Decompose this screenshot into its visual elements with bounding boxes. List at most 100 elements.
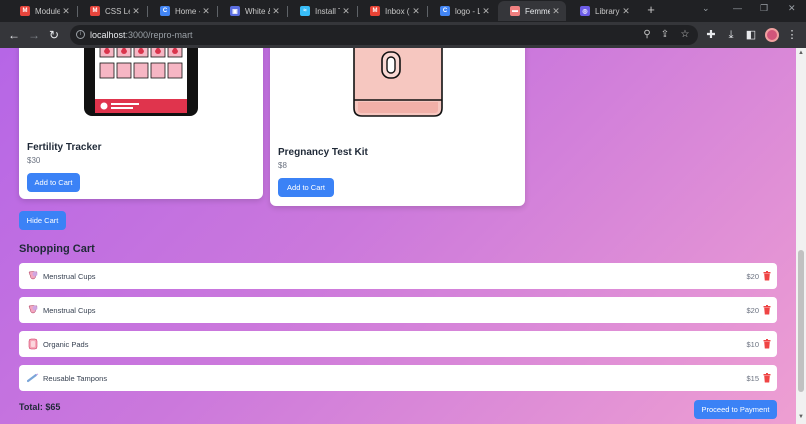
- tab-title: Femme: [525, 6, 550, 16]
- tailwind-icon: ≈: [300, 6, 310, 16]
- trash-icon[interactable]: [763, 305, 771, 315]
- product-name: Pregnancy Test Kit: [278, 147, 368, 158]
- browser-tab[interactable]: Clogo - Lo✕: [428, 1, 496, 21]
- cart-item-price: $15: [746, 374, 759, 383]
- address-bar[interactable]: i localhost:3000/repro-mart ⚲ ⇪ ☆: [70, 25, 698, 45]
- browser-tab[interactable]: ◎ Library |✕: [568, 1, 636, 21]
- browser-tab[interactable]: M Inbox (3✕: [358, 1, 426, 21]
- cart-title: Shopping Cart: [19, 243, 95, 255]
- close-tab-icon[interactable]: ✕: [550, 6, 562, 17]
- tab-search-icon[interactable]: ⌄: [702, 3, 710, 14]
- close-tab-icon[interactable]: ✕: [340, 6, 352, 17]
- cart-item-price: $20: [746, 272, 759, 281]
- cart-item-row: Organic Pads $10: [19, 331, 777, 357]
- close-tab-icon[interactable]: ✕: [60, 6, 72, 17]
- tab-title: Modules: [35, 6, 60, 16]
- cart-item-name: Reusable Tampons: [43, 374, 108, 383]
- gmail-icon: M: [370, 6, 380, 16]
- reload-icon[interactable]: ↻: [46, 27, 62, 43]
- url-text[interactable]: localhost:3000/repro-mart: [90, 30, 193, 40]
- tab-divider: [217, 6, 218, 17]
- browser-tab[interactable]: M CSS Lear✕: [78, 1, 146, 21]
- tab-title: Install Ta: [315, 6, 340, 16]
- fertility-tracker-phone-image: [84, 48, 198, 116]
- tab-divider: [147, 6, 148, 17]
- zoom-search-icon[interactable]: ⚲: [640, 28, 654, 42]
- bookmark-star-icon[interactable]: ☆: [678, 28, 692, 42]
- cart-total: Total: $65: [19, 402, 61, 412]
- close-window-icon[interactable]: ✕: [788, 3, 796, 14]
- library-icon: ◎: [580, 6, 590, 16]
- product-price: $8: [278, 161, 287, 170]
- proceed-to-payment-button[interactable]: Proceed to Payment: [694, 400, 777, 419]
- browser-tab[interactable]: ▬ Femme ✕: [498, 1, 566, 21]
- tampon-icon: [27, 373, 39, 383]
- page-viewport: Pregnancy Test Kit $8 Add to Cart Fertil…: [0, 48, 796, 424]
- cart-item-row: Menstrual Cups $20: [19, 297, 777, 323]
- pads-icon: [28, 338, 38, 350]
- browser-toolbar: ← → ↻ i localhost:3000/repro-mart ⚲ ⇪ ☆ …: [0, 22, 806, 48]
- c-logo-icon: C: [440, 6, 450, 16]
- share-icon[interactable]: ⇪: [658, 28, 672, 42]
- add-to-cart-button[interactable]: Add to Cart: [278, 178, 334, 197]
- browser-tab[interactable]: M Modules✕: [8, 1, 76, 21]
- cart-item-row: Menstrual Cups $20: [19, 263, 777, 289]
- tab-divider: [77, 6, 78, 17]
- cart-item-name: Menstrual Cups: [43, 272, 96, 281]
- close-tab-icon[interactable]: ✕: [130, 6, 142, 17]
- product-name: Fertility Tracker: [27, 142, 102, 153]
- url-path: :3000/repro-mart: [125, 30, 193, 40]
- trash-icon[interactable]: [763, 339, 771, 349]
- minimize-icon[interactable]: —: [733, 3, 742, 13]
- scrollbar-thumb[interactable]: [798, 250, 804, 392]
- new-tab-button[interactable]: +: [644, 3, 658, 17]
- tab-title: White &: [245, 6, 270, 16]
- mongodb-icon: M: [20, 6, 30, 16]
- tab-divider: [287, 6, 288, 17]
- mongodb-icon: M: [90, 6, 100, 16]
- maximize-icon[interactable]: ❐: [760, 3, 768, 14]
- add-to-cart-button[interactable]: Add to Cart: [27, 173, 80, 192]
- window-icon: ▣: [230, 6, 240, 16]
- tab-divider: [427, 6, 428, 17]
- trash-icon[interactable]: [763, 373, 771, 383]
- tab-title: Home - (: [175, 6, 200, 16]
- close-tab-icon[interactable]: ✕: [410, 6, 422, 17]
- close-tab-icon[interactable]: ✕: [200, 6, 212, 17]
- extensions-puzzle-icon[interactable]: ✚: [703, 27, 719, 43]
- pregnancy-test-kit-image: [353, 48, 443, 117]
- femme-icon: ▬: [510, 6, 520, 16]
- tab-title: Inbox (3: [385, 6, 410, 16]
- tab-divider: [357, 6, 358, 17]
- trash-icon[interactable]: [763, 271, 771, 281]
- forward-icon[interactable]: →: [26, 27, 42, 43]
- menstrual-cup-icon: [28, 305, 38, 314]
- page-scrollbar[interactable]: ▲ ▼: [796, 48, 806, 424]
- cart-item-name: Organic Pads: [43, 340, 89, 349]
- menu-kebab-icon[interactable]: ⋮: [784, 27, 800, 43]
- download-icon[interactable]: ⤓: [723, 27, 739, 43]
- scroll-down-arrow-icon[interactable]: ▼: [798, 414, 804, 420]
- close-tab-icon[interactable]: ✕: [270, 6, 282, 17]
- scroll-up-arrow-icon[interactable]: ▲: [798, 50, 804, 56]
- tab-title: Library |: [595, 6, 620, 16]
- tab-strip: MModules✕MCSS Lear✕CHome - (✕▣White &✕≈I…: [0, 0, 806, 22]
- close-tab-icon[interactable]: ✕: [620, 6, 632, 17]
- url-host: localhost: [90, 30, 126, 40]
- c-logo-icon: C: [160, 6, 170, 16]
- hide-cart-button[interactable]: Hide Cart: [19, 211, 66, 230]
- product-price: $30: [27, 156, 41, 165]
- side-panel-icon[interactable]: ◧: [743, 27, 759, 43]
- cart-item-price: $10: [746, 340, 759, 349]
- browser-tab[interactable]: ≈ Install Ta✕: [288, 1, 356, 21]
- cart-item-row: Reusable Tampons $15: [19, 365, 777, 391]
- back-icon[interactable]: ←: [6, 27, 22, 43]
- profile-avatar[interactable]: [765, 28, 779, 42]
- cart-item-price: $20: [746, 306, 759, 315]
- browser-tab[interactable]: C Home - (✕: [148, 1, 216, 21]
- browser-tab[interactable]: ▣ White &✕: [218, 1, 286, 21]
- close-tab-icon[interactable]: ✕: [480, 6, 492, 17]
- site-info-icon[interactable]: i: [76, 30, 85, 39]
- cart-item-name: Menstrual Cups: [43, 306, 96, 315]
- menstrual-cup-icon: [28, 271, 38, 280]
